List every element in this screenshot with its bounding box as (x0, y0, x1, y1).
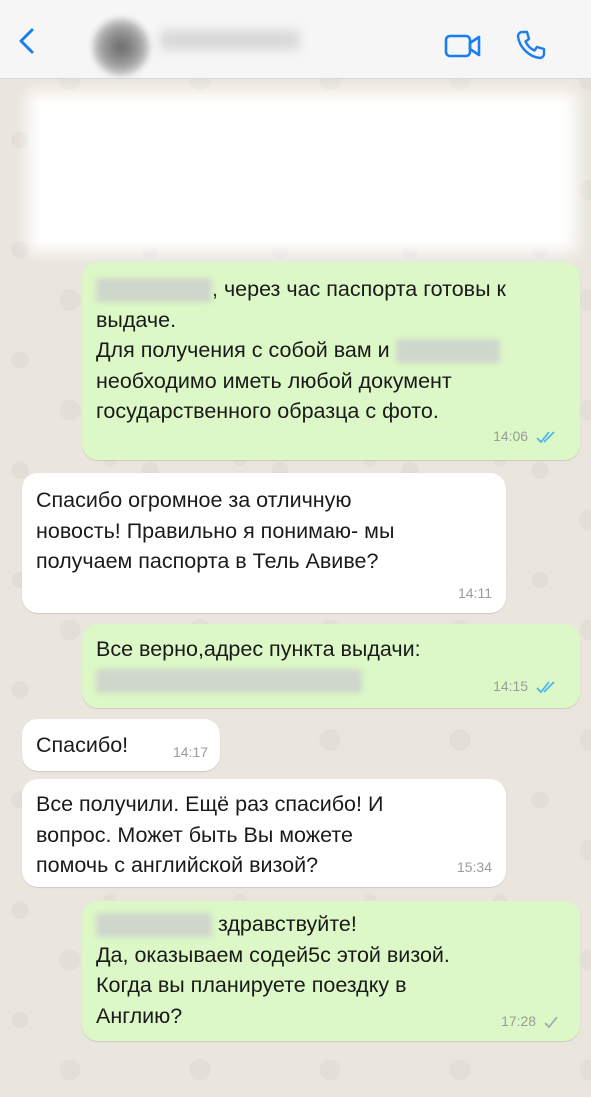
message-line: необходимо иметь любой документ (96, 368, 452, 393)
chat-header (0, 0, 591, 79)
message-incoming[interactable]: Спасибо! 14:17 (22, 719, 220, 771)
redacted-name (96, 913, 212, 938)
message-line: помочь с английской визой? (36, 853, 319, 877)
double-check-icon (536, 431, 555, 444)
redacted-name (96, 278, 212, 303)
message-time: 17:28 (501, 1013, 558, 1029)
message-line: Для получения с собой вам и (96, 338, 390, 362)
message-line: Все верно,адрес пункта выдачи: (96, 637, 421, 661)
message-line: вопрос. Может быть Вы можете (36, 822, 353, 847)
message-time: 15:34 (456, 859, 492, 875)
chevron-left-icon (19, 28, 34, 54)
message-line: получаем паспорта в Тель Авиве? (36, 549, 379, 573)
message-incoming[interactable]: Спасибо огромное за отличную новость! Пр… (22, 473, 506, 613)
message-time: 14:15 (493, 678, 558, 694)
message-outgoing[interactable]: , через час паспорта готовы к выдаче. Дл… (82, 262, 580, 460)
redacted-name (395, 339, 500, 364)
message-line: Да, оказываем содей5с этой визой. (96, 942, 450, 967)
message-outgoing[interactable]: Все верно,адрес пункта выдачи: 14:15 (82, 624, 580, 708)
message-line: здравствуйте! (217, 912, 357, 936)
message-line: Спасибо огромное за отличную (36, 488, 352, 512)
message-line: новость! Правильно я понимаю- мы (36, 518, 395, 543)
redacted-message (28, 92, 576, 252)
phone-icon (516, 30, 546, 60)
message-line: , через час паспорта готовы к (212, 277, 506, 301)
message-line: Когда вы планируете поездку в (96, 973, 407, 997)
message-line: Все получили. Ещё раз спасибо! И (36, 792, 384, 816)
message-incoming[interactable]: Все получили. Ещё раз спасибо! И вопрос.… (22, 779, 506, 887)
video-camera-icon (444, 34, 481, 58)
message-line: государственного образца с фото. (96, 399, 439, 423)
double-check-icon (536, 681, 555, 694)
message-time: 14:17 (172, 744, 208, 760)
back-button[interactable] (12, 26, 42, 56)
message-line: Спасибо! (36, 733, 129, 757)
message-line: Англию? (96, 1003, 183, 1028)
message-time: 14:06 (493, 428, 558, 444)
message-line: выдаче. (96, 307, 177, 332)
message-outgoing[interactable]: здравствуйте! Да, оказываем содей5с этой… (82, 901, 580, 1041)
video-call-button[interactable] (444, 33, 482, 59)
single-check-icon (544, 1016, 558, 1029)
redacted-address (96, 668, 362, 693)
contact-avatar[interactable] (92, 18, 150, 76)
voice-call-button[interactable] (515, 29, 547, 61)
contact-name-redacted[interactable] (160, 30, 300, 50)
message-time: 14:11 (458, 585, 492, 601)
